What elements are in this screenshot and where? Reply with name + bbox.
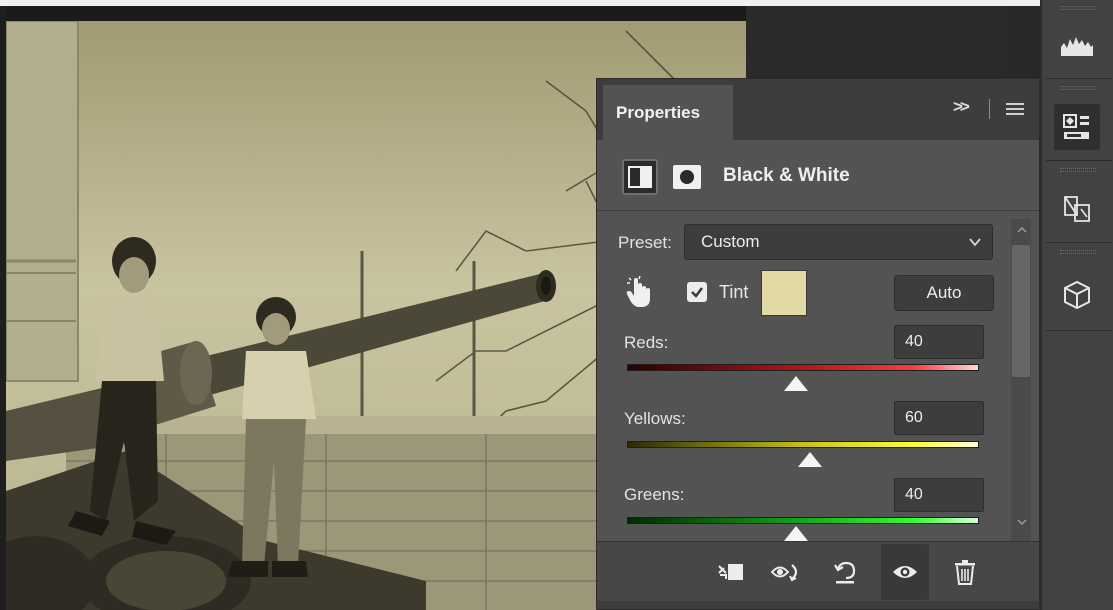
3d-cube-icon xyxy=(1064,280,1090,310)
view-previous-state-icon xyxy=(770,564,798,582)
panel-grip[interactable] xyxy=(1060,250,1096,254)
photo-top-shadow xyxy=(6,6,746,21)
transform-icon xyxy=(1064,196,1090,222)
properties-panel: Properties >> Black & White Preset: Cust… xyxy=(596,78,1040,610)
scroll-up-icon[interactable] xyxy=(1017,225,1027,235)
right-tool-strip xyxy=(1040,0,1113,610)
clip-to-layer-button[interactable] xyxy=(711,552,751,592)
tint-label: Tint xyxy=(719,282,749,302)
reds-label: Reds: xyxy=(624,333,669,352)
tool-separator xyxy=(1046,242,1112,243)
yellows-value-input[interactable]: 60 xyxy=(894,401,984,435)
black-white-adjustment-icon xyxy=(628,166,652,188)
greens-slider-track[interactable] xyxy=(627,517,979,524)
trash-icon xyxy=(955,560,975,585)
canvas-background xyxy=(746,6,1006,78)
panel-grip[interactable] xyxy=(1060,168,1096,172)
scrollbar-thumb[interactable] xyxy=(1012,245,1030,377)
reset-icon xyxy=(834,561,856,584)
yellows-slider-track[interactable] xyxy=(627,441,979,448)
chevron-down-icon xyxy=(969,238,981,247)
collapse-panel-button[interactable]: >> xyxy=(953,97,970,117)
reds-value-input[interactable]: 40 xyxy=(894,325,984,359)
properties-icon xyxy=(1063,114,1089,139)
header-divider xyxy=(597,210,1039,211)
yellows-label: Yellows: xyxy=(624,409,686,428)
reds-slider-thumb[interactable] xyxy=(783,376,808,391)
panel-menu-icon[interactable] xyxy=(1006,103,1024,116)
greens-slider-thumb[interactable] xyxy=(783,526,808,541)
levels-histogram-icon xyxy=(1061,37,1093,56)
targeted-adjustment-hand-icon[interactable] xyxy=(623,275,653,309)
layer-mask-button[interactable] xyxy=(670,161,704,193)
properties-button[interactable] xyxy=(1054,104,1100,150)
tool-separator xyxy=(1046,160,1112,161)
panel-footer xyxy=(597,601,1039,609)
layer-mask-icon xyxy=(673,165,701,189)
checkmark-icon xyxy=(691,287,703,298)
preset-value: Custom xyxy=(701,232,760,251)
reset-button[interactable] xyxy=(825,552,865,592)
delete-button[interactable] xyxy=(945,552,985,592)
histogram-button[interactable] xyxy=(1054,22,1100,68)
transform-button[interactable] xyxy=(1054,186,1100,232)
greens-value-input[interactable]: 40 xyxy=(894,478,984,512)
panel-bottom-bar xyxy=(597,541,1039,601)
adjustment-layer-icon[interactable] xyxy=(622,159,658,195)
toggle-visibility-button[interactable] xyxy=(881,544,929,600)
tab-divider xyxy=(989,99,990,119)
auto-button[interactable]: Auto xyxy=(894,275,994,311)
preset-dropdown[interactable]: Custom xyxy=(684,224,993,260)
panel-grip[interactable] xyxy=(1060,6,1096,10)
adjustment-header: Black & White xyxy=(597,140,1039,210)
panel-tab-bar: Properties >> xyxy=(597,79,1039,140)
clip-to-layer-icon xyxy=(718,564,743,580)
tint-color-swatch[interactable] xyxy=(761,270,807,316)
view-previous-state-button[interactable] xyxy=(767,552,807,592)
scroll-down-icon[interactable] xyxy=(1017,517,1027,527)
yellows-slider-thumb[interactable] xyxy=(798,452,823,467)
adjustment-title: Black & White xyxy=(723,165,850,186)
tool-separator xyxy=(1046,330,1112,331)
panel-grip[interactable] xyxy=(1060,86,1096,90)
tab-properties-label: Properties xyxy=(616,102,701,122)
reds-slider-track[interactable] xyxy=(627,364,979,371)
tab-properties[interactable]: Properties xyxy=(603,85,733,140)
visibility-eye-icon xyxy=(893,566,917,578)
3d-button[interactable] xyxy=(1054,272,1100,318)
tool-separator xyxy=(1046,78,1112,79)
greens-label: Greens: xyxy=(624,485,685,504)
preset-label: Preset: xyxy=(618,233,672,252)
tint-checkbox[interactable] xyxy=(687,282,707,302)
